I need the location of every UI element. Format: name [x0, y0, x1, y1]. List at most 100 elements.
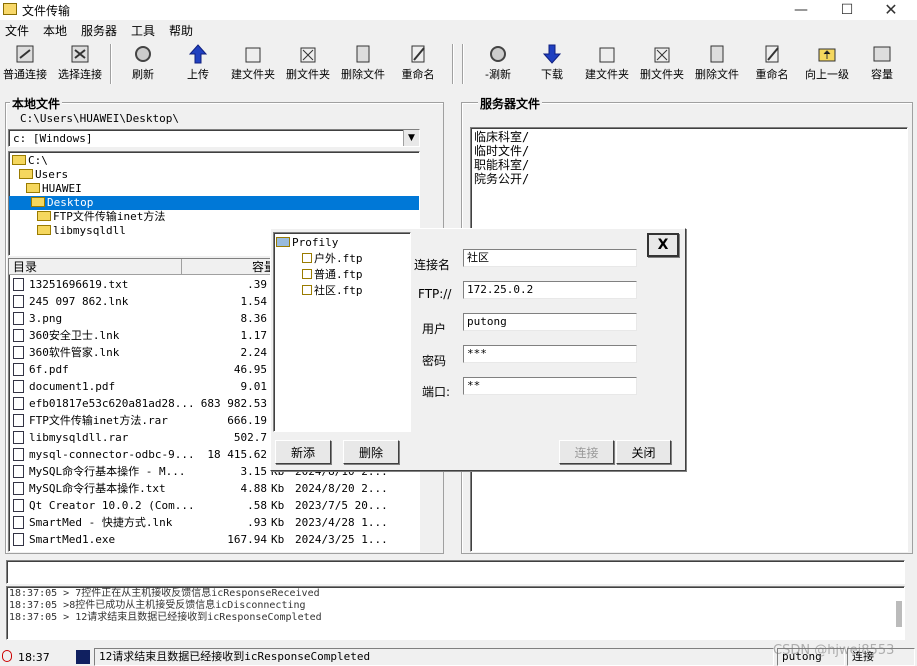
local-new-folder-button[interactable]: 建文件夹: [225, 44, 281, 86]
local-delete-file-button[interactable]: 删除文件: [335, 44, 391, 86]
tree-item-desktop[interactable]: Desktop: [9, 196, 419, 210]
refresh-local-button[interactable]: 刷新: [115, 44, 171, 86]
file-unit: Kb: [271, 516, 285, 529]
file-icon: [13, 380, 24, 393]
user-field[interactable]: putong: [463, 313, 637, 331]
file-size: 4.88: [240, 482, 268, 495]
tree-item-huawei[interactable]: HUAWEI: [26, 182, 82, 196]
log-scrollbar[interactable]: [896, 601, 902, 627]
log-line: 18:37:05 >8控件已成功从主机接受反馈信息icDisconnecting: [9, 600, 306, 611]
drive-select[interactable]: c: [Windows] ▼: [8, 129, 420, 147]
file-size: .93: [247, 516, 267, 529]
password-field[interactable]: ***: [463, 345, 637, 363]
file-icon: [13, 414, 24, 427]
rename-icon: [765, 45, 779, 63]
close-button[interactable]: ✕: [868, 0, 914, 20]
local-delete-folder-button[interactable]: 删文件夹: [280, 44, 336, 86]
server-panel-title: 服务器文件: [478, 95, 543, 112]
delete-folder-icon: [300, 47, 316, 63]
connection-dialog: Profily 户外.ftp 普通.ftp 社区.ftp X 连接名 社区 FT…: [270, 228, 686, 471]
server-item[interactable]: 院务公开/: [474, 172, 529, 186]
local-rename-button[interactable]: 重命名: [390, 44, 446, 86]
file-icon: [13, 312, 24, 325]
file-row[interactable]: SmartMed - 快捷方式.lnk .93 Kb 2023/4/28 1...: [9, 514, 409, 531]
remote-delete-file-button[interactable]: 删除文件: [689, 44, 745, 86]
tree-item-c[interactable]: C:\: [12, 154, 48, 168]
file-size: 3.15: [240, 465, 268, 478]
column-header-name[interactable]: 目录: [9, 259, 182, 275]
connect-button[interactable]: 连接: [559, 440, 614, 464]
file-icon: [13, 499, 24, 512]
menu-tools[interactable]: 工具: [131, 22, 155, 39]
file-unit: Kb: [271, 533, 285, 546]
profile-root[interactable]: Profily: [276, 236, 338, 250]
file-icon: [13, 482, 24, 495]
file-unit: Kb: [271, 482, 285, 495]
chevron-down-icon[interactable]: ▼: [403, 130, 419, 146]
file-size: .58: [247, 499, 267, 512]
file-row[interactable]: MySQL命令行基本操作.txt 4.88 Kb 2024/8/20 2...: [9, 480, 409, 497]
file-name: 3.png: [29, 312, 63, 325]
refresh-icon: [135, 46, 151, 62]
delete-profile-button[interactable]: 删除: [343, 440, 399, 464]
file-row[interactable]: Qt Creator 10.0.2 (Com... .58 Kb 2023/7/5 2…: [9, 497, 409, 514]
log-panel: 18:37:05 > 7控件正在从主机接收反馈信息icResponseRecei…: [6, 586, 905, 640]
upload-button[interactable]: 上传: [170, 44, 226, 86]
file-name: FTP文件传输inet方法.rar: [29, 414, 168, 427]
file-name: MySQL命令行基本操作 - M...: [29, 465, 186, 478]
menu-local[interactable]: 本地: [43, 22, 67, 39]
maximize-button[interactable]: ☐: [824, 0, 870, 20]
refresh-remote-button[interactable]: -涮新: [470, 44, 526, 86]
add-profile-button[interactable]: 新添: [275, 440, 331, 464]
server-item[interactable]: 临床科室/: [474, 130, 529, 144]
remote-new-folder-button[interactable]: 建文件夹: [579, 44, 635, 86]
menu-file[interactable]: 文件: [5, 22, 29, 39]
connection-name-field[interactable]: 社区: [463, 249, 637, 267]
status-time: 18:37: [18, 651, 50, 664]
password-label: 密码: [422, 354, 447, 368]
local-path: C:\Users\HUAWEI\Desktop\: [20, 112, 179, 125]
file-name: MySQL命令行基本操作.txt: [29, 482, 166, 495]
menu-help[interactable]: 帮助: [169, 22, 193, 39]
file-date: 2024/8/20 2...: [295, 482, 388, 495]
tree-item-libmysql[interactable]: libmysqldll: [37, 224, 126, 238]
tree-item-users[interactable]: Users: [19, 168, 68, 182]
local-panel-title: 本地文件: [10, 95, 63, 112]
status-alert-icon: [2, 650, 12, 662]
file-size: 666.19: [227, 414, 267, 427]
connection-name-label: 连接名: [414, 258, 451, 272]
new-folder-icon: [245, 47, 261, 63]
download-button[interactable]: 下载: [524, 44, 580, 86]
file-row[interactable]: SmartMed1.exe 167.94 Kb 2024/3/25 1...: [9, 531, 409, 548]
normal-connect-button[interactable]: 普通连接: [0, 44, 53, 86]
select-connect-button[interactable]: 选择连接: [52, 44, 108, 86]
file-icon: [13, 448, 24, 461]
file-icon: [13, 431, 24, 444]
new-folder-icon: [599, 47, 615, 63]
ftp-host-field[interactable]: 172.25.0.2: [463, 281, 637, 299]
tree-item-ftp[interactable]: FTP文件传输inet方法: [37, 210, 165, 224]
server-item[interactable]: 临时文件/: [474, 144, 529, 158]
minimize-button[interactable]: —: [778, 0, 824, 20]
watermark: CSDN @hjwei8553: [773, 643, 895, 658]
file-size: 167.94: [227, 533, 267, 546]
port-field[interactable]: **: [463, 377, 637, 395]
file-icon: [13, 329, 24, 342]
remote-delete-folder-button[interactable]: 删文件夹: [634, 44, 690, 86]
menu-server[interactable]: 服务器: [81, 22, 117, 39]
profile-item-community[interactable]: 社区.ftp: [302, 284, 363, 298]
capacity-button[interactable]: 容量: [854, 44, 910, 86]
menu-bar: 文件 本地 服务器 工具 帮助: [0, 20, 917, 40]
dialog-close-button[interactable]: 关闭: [616, 440, 671, 464]
file-icon: [13, 533, 24, 546]
server-item[interactable]: 职能科室/: [474, 158, 529, 172]
remote-rename-button[interactable]: 重命名: [744, 44, 800, 86]
profile-item-normal[interactable]: 普通.ftp: [302, 268, 363, 282]
up-level-button[interactable]: 向上一级: [799, 44, 855, 86]
profile-item-outdoor[interactable]: 户外.ftp: [302, 252, 363, 266]
file-size: 8.36: [240, 312, 268, 325]
file-date: 2023/7/5 20...: [295, 499, 388, 512]
file-size: 18 415.62: [207, 448, 267, 461]
dialog-close-x-button[interactable]: X: [647, 233, 679, 257]
status-message: 12请求结束且数据已经接收到icResponseCompleted: [94, 648, 774, 666]
